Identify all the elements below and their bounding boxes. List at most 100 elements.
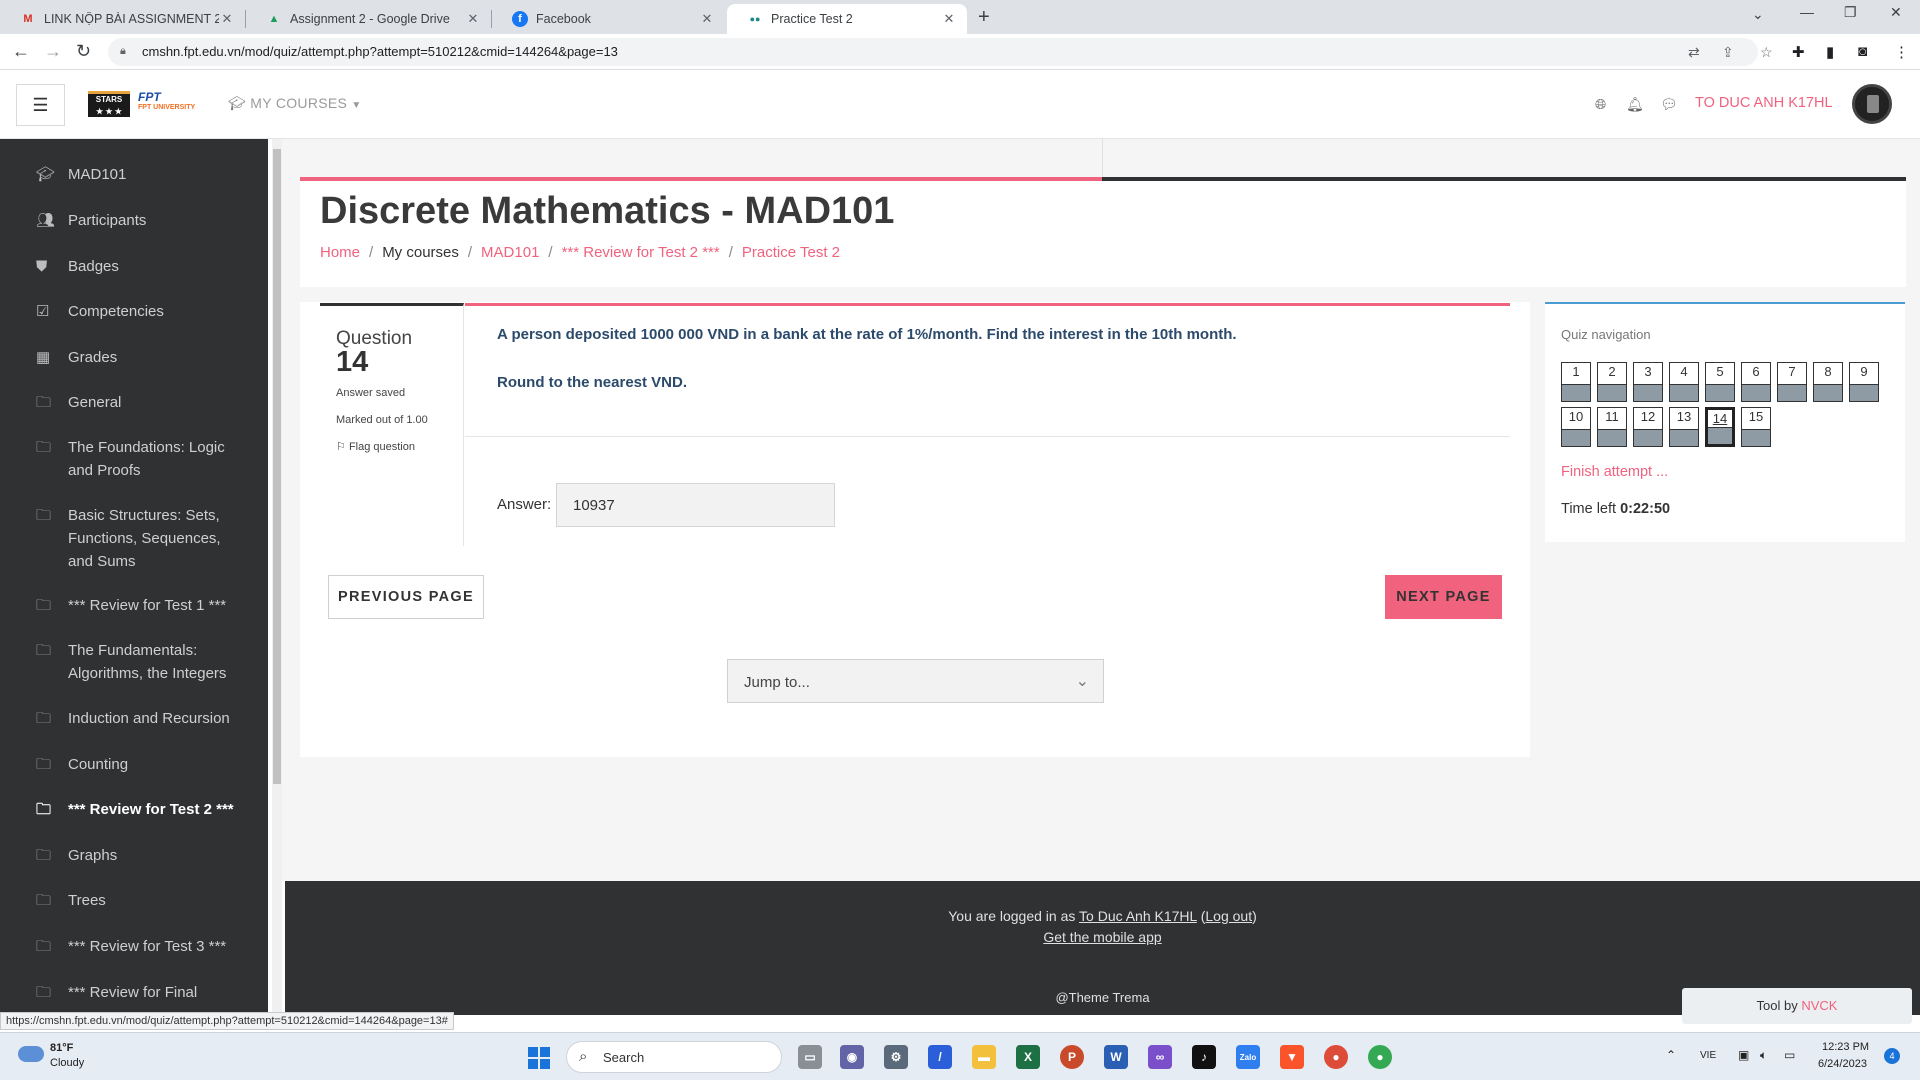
quiz-nav-question-12[interactable]: 12 — [1633, 407, 1663, 447]
quiz-nav-question-6[interactable]: 6 — [1741, 362, 1771, 402]
globe-language-icon[interactable]: 🌐︎ — [1595, 96, 1606, 113]
lock-icon[interactable]: 🔒︎ — [120, 45, 126, 58]
sidebar-item-general[interactable]: 🗀 General — [36, 391, 248, 414]
volume-icon[interactable]: 🔈︎ — [1760, 1048, 1767, 1063]
powerpoint-icon[interactable]: P — [1060, 1045, 1084, 1069]
weather-temperature[interactable]: 81°F — [50, 1042, 73, 1054]
breadcrumb-home[interactable]: Home — [320, 244, 360, 261]
answer-input[interactable] — [556, 483, 835, 527]
sidebar-item-badges[interactable]: ⛊ Badges — [36, 255, 248, 278]
breadcrumb-course[interactable]: MAD101 — [481, 244, 539, 261]
teams-chat-icon[interactable]: ◉ — [840, 1045, 864, 1069]
sidebar-item-counting[interactable]: 🗀 Counting — [36, 753, 248, 776]
translate-icon[interactable]: ⇄ — [1688, 44, 1700, 61]
taskbar-clock-date[interactable]: 6/24/2023 — [1818, 1058, 1867, 1070]
sidebar-scrollbar-thumb[interactable] — [273, 149, 281, 784]
browser-tab-practice-test[interactable]: ●● Practice Test 2 ✕ — [727, 4, 967, 34]
notification-count-badge[interactable]: 4 — [1884, 1048, 1900, 1064]
my-courses-menu[interactable]: 🎓︎ MY COURSES ▼ — [228, 95, 362, 112]
stars-logo[interactable]: STARS ★ ★ ★ — [88, 91, 130, 117]
fpt-university-logo[interactable]: FPT FPT UNIVERSITY — [138, 90, 202, 118]
sidebar-item-fundamentals[interactable]: 🗀 The Fundamentals: Algorithms, the Inte… — [36, 639, 248, 685]
quiz-nav-question-13[interactable]: 13 — [1669, 407, 1699, 447]
profile-icon[interactable]: ◙ — [1858, 43, 1867, 60]
quiz-nav-question-4[interactable]: 4 — [1669, 362, 1699, 402]
minimize-icon[interactable]: — — [1800, 4, 1814, 20]
sidebar-item-foundations[interactable]: 🗀 The Foundations: Logic and Proofs — [36, 436, 248, 482]
quiz-nav-question-7[interactable]: 7 — [1777, 362, 1807, 402]
quiz-nav-question-5[interactable]: 5 — [1705, 362, 1735, 402]
quiz-nav-question-1[interactable]: 1 — [1561, 362, 1591, 402]
browser-tab-gmail[interactable]: M LINK NỘP BÀI ASSIGNMENT 2 - S ✕ — [0, 4, 245, 34]
sidebar-item-graphs[interactable]: 🗀 Graphs — [36, 844, 248, 867]
breadcrumb-quiz[interactable]: Practice Test 2 — [742, 244, 840, 261]
battery-icon[interactable]: ▭ — [1784, 1048, 1795, 1062]
footer-user-link[interactable]: To Duc Anh K17HL — [1079, 908, 1197, 924]
browser-tab-drive[interactable]: ▲ Assignment 2 - Google Drive ✕ — [246, 4, 491, 34]
quiz-nav-question-8[interactable]: 8 — [1813, 362, 1843, 402]
back-arrow-icon[interactable]: ← — [12, 41, 30, 62]
sidebar-item-competencies[interactable]: ☑ Competencies — [36, 300, 248, 323]
visual-studio-icon[interactable]: ∞ — [1148, 1045, 1172, 1069]
sidebar-item-review-test-2[interactable]: 🗀 *** Review for Test 2 *** — [36, 798, 248, 821]
windows-start-icon[interactable] — [528, 1047, 550, 1069]
drawer-toggle-button[interactable]: ☰ — [16, 84, 65, 126]
restore-icon[interactable]: ❐ — [1844, 4, 1857, 21]
close-icon[interactable]: ✕ — [941, 11, 957, 27]
quiz-nav-question-11[interactable]: 11 — [1597, 407, 1627, 447]
word-icon[interactable]: W — [1104, 1045, 1128, 1069]
sidebar-item-review-final[interactable]: 🗀 *** Review for Final — [36, 981, 248, 1004]
bookmark-star-icon[interactable]: ☆ — [1760, 44, 1773, 61]
sidebar-item-review-test-3[interactable]: 🗀 *** Review for Test 3 *** — [36, 935, 248, 958]
taskbar-search[interactable]: ⌕ Search — [566, 1041, 782, 1073]
file-explorer-icon[interactable]: ▬ — [972, 1045, 996, 1069]
sidebar-scrollbar[interactable] — [272, 139, 282, 1015]
avatar[interactable] — [1852, 84, 1892, 124]
quiz-nav-question-3[interactable]: 3 — [1633, 362, 1663, 402]
cloud-weather-icon[interactable] — [18, 1046, 44, 1062]
brave-browser-icon[interactable]: ▼ — [1280, 1045, 1304, 1069]
task-view-icon[interactable]: ▭ — [798, 1045, 822, 1069]
breadcrumb-section[interactable]: *** Review for Test 2 *** — [562, 244, 720, 261]
sidebar-item-review-test-1[interactable]: 🗀 *** Review for Test 1 *** — [36, 594, 248, 617]
flag-question-link[interactable]: ⚐ Flag question — [336, 440, 415, 453]
url-text[interactable]: cmshn.fpt.edu.vn/mod/quiz/attempt.php?at… — [142, 44, 618, 59]
visual-studio-code-icon[interactable]: / — [928, 1045, 952, 1069]
network-icon[interactable]: ▣ — [1738, 1048, 1749, 1062]
quiz-nav-question-2[interactable]: 2 — [1597, 362, 1627, 402]
language-indicator[interactable]: VIE — [1700, 1050, 1716, 1061]
sidebar-item-grades[interactable]: ▦ Grades — [36, 346, 248, 369]
user-menu-name[interactable]: TO DUC ANH K17HL — [1695, 95, 1833, 111]
tab-search-chevron-icon[interactable]: ⌄ — [1752, 6, 1764, 23]
sidebar-item-induction[interactable]: 🗀 Induction and Recursion — [36, 707, 248, 730]
sidebar-item-trees[interactable]: 🗀 Trees — [36, 889, 248, 912]
chrome-active-icon[interactable]: ● — [1368, 1045, 1392, 1069]
settings-gear-icon[interactable]: ⚙ — [884, 1045, 908, 1069]
chrome-menu-icon[interactable]: ⋮ — [1894, 43, 1909, 61]
finish-attempt-link[interactable]: Finish attempt ... — [1561, 464, 1668, 480]
tiktok-icon[interactable]: ♪ — [1192, 1045, 1216, 1069]
reload-icon[interactable]: ↻ — [76, 41, 91, 62]
share-icon[interactable]: ⇪ — [1722, 44, 1734, 61]
window-close-icon[interactable]: ✕ — [1890, 4, 1902, 21]
taskbar-clock-time[interactable]: 12:23 PM — [1822, 1041, 1869, 1053]
zalo-icon[interactable]: Zalo — [1236, 1045, 1260, 1069]
browser-tab-facebook[interactable]: f Facebook ✕ — [492, 4, 725, 34]
close-icon[interactable]: ✕ — [219, 11, 235, 27]
excel-icon[interactable]: X — [1016, 1045, 1040, 1069]
mobile-app-link[interactable]: Get the mobile app — [1043, 929, 1161, 945]
url-omnibox[interactable]: 🔒︎ cmshn.fpt.edu.vn/mod/quiz/attempt.php… — [108, 38, 1773, 66]
next-page-button[interactable]: NEXT PAGE — [1385, 575, 1502, 619]
weather-description[interactable]: Cloudy — [50, 1057, 84, 1069]
sidebar-item-participants[interactable]: 👥︎ Participants — [36, 209, 248, 232]
chrome-icon[interactable]: ● — [1324, 1045, 1348, 1069]
previous-page-button[interactable]: PREVIOUS PAGE — [328, 575, 484, 619]
close-icon[interactable]: ✕ — [465, 11, 481, 27]
close-icon[interactable]: ✕ — [699, 11, 715, 27]
side-panel-icon[interactable]: ▮ — [1826, 43, 1834, 61]
tool-by-badge[interactable]: Tool by NVCK — [1682, 988, 1912, 1024]
new-tab-plus-icon[interactable]: + — [978, 6, 990, 29]
messages-bubble-icon[interactable]: 💬︎ — [1660, 96, 1678, 113]
sidebar-item-basic-structures[interactable]: 🗀 Basic Structures: Sets, Functions, Seq… — [36, 504, 248, 573]
show-hidden-icons-chevron-icon[interactable]: ⌃ — [1666, 1048, 1676, 1062]
